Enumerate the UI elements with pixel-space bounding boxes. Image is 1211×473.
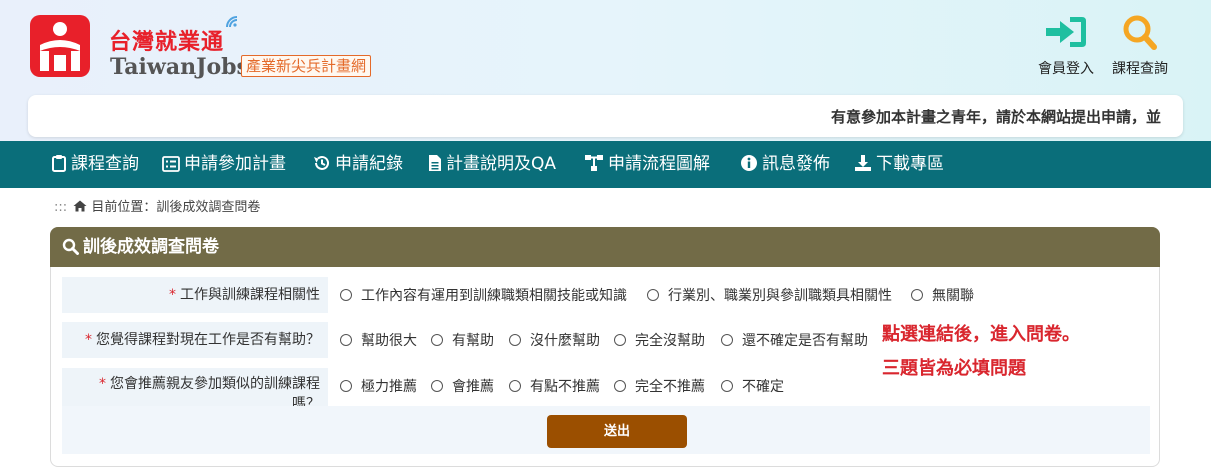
option-label: 極力推薦: [361, 379, 417, 395]
flowchart-icon: [585, 155, 603, 171]
panel-title: 訓後成效調查問卷: [83, 237, 219, 257]
survey-panel: 訓後成效調查問卷 * 工作與訓練課程相關性 工作內容有運用到訓練職類相關技能或知識…: [50, 227, 1160, 467]
required-marker: *: [99, 376, 106, 392]
q1-option-2[interactable]: 行業別、職業別與參訓職類具相關性: [647, 285, 892, 305]
search-icon: [1123, 15, 1157, 50]
option-label: 工作內容有運用到訓練職類相關技能或知識: [361, 288, 627, 304]
radio-button[interactable]: [911, 289, 923, 301]
q2-option-1[interactable]: 幫助很大: [340, 330, 417, 350]
question-1-label: * 工作與訓練課程相關性: [62, 277, 328, 313]
radio-button[interactable]: [340, 289, 352, 301]
login-label: 會員登入: [1038, 61, 1094, 77]
option-label: 有點不推薦: [530, 379, 600, 395]
radio-button[interactable]: [647, 289, 659, 301]
question-text: 工作與訓練課程相關性: [180, 287, 320, 303]
submit-button[interactable]: 送出: [547, 415, 687, 448]
home-icon[interactable]: [73, 200, 87, 212]
nav-item-history[interactable]: 申請紀錄: [313, 141, 403, 188]
radio-button[interactable]: [614, 380, 626, 392]
history-icon: [314, 155, 329, 170]
nav-item-apply[interactable]: 申請參加計畫: [162, 141, 286, 188]
nav-label: 申請紀錄: [335, 154, 403, 174]
nav-label: 訊息發佈: [762, 154, 830, 174]
course-search-button[interactable]: 課程查詢: [1106, 14, 1174, 78]
submit-row: 送出: [62, 406, 1150, 454]
document-icon: [429, 155, 441, 171]
announcement-marquee: 有意參加本計畫之青年，請於本網站提出申請，並: [28, 95, 1183, 137]
question-2-label: * 您覺得課程對現在工作是否有幫助？: [62, 322, 328, 358]
q3-option-1[interactable]: 極力推薦: [340, 376, 417, 396]
radio-button[interactable]: [614, 334, 626, 346]
question-text: 您會推薦親友參加類似的訓練課程: [110, 376, 320, 392]
option-label: 還不確定是否有幫助: [742, 333, 868, 349]
radio-button[interactable]: [721, 380, 733, 392]
radio-button[interactable]: [431, 334, 443, 346]
required-marker: *: [85, 332, 92, 348]
brand-subtitle[interactable]: 產業新尖兵計畫網: [241, 55, 372, 77]
nav-label: 申請流程圖解: [608, 154, 710, 174]
main-nav: 課程查詢 申請參加計畫 申請紀錄 計畫說明及QA 申請流程圖解 訊息發佈 下載專…: [0, 141, 1211, 188]
option-label: 不確定: [742, 379, 784, 395]
login-button[interactable]: 會員登入: [1034, 14, 1098, 78]
nav-item-news[interactable]: 訊息發佈: [740, 141, 830, 188]
nav-label: 下載專區: [876, 154, 944, 174]
option-label: 幫助很大: [361, 333, 417, 349]
nav-label: 申請參加計畫: [184, 154, 286, 174]
breadcrumb-text: 目前位置：訓後成效調查問卷: [91, 200, 261, 215]
annotation-line-2: 三題皆為必填問題: [882, 358, 1026, 379]
radio-button[interactable]: [340, 380, 352, 392]
course-search-label: 課程查詢: [1112, 61, 1168, 77]
info-icon: [741, 155, 757, 171]
option-label: 行業別、職業別與參訓職類具相關性: [668, 288, 892, 304]
option-label: 沒什麼幫助: [530, 333, 600, 349]
option-label: 有幫助: [452, 333, 494, 349]
q3-option-5[interactable]: 不確定: [721, 376, 784, 396]
option-label: 完全不推薦: [635, 379, 705, 395]
nav-label: 計畫說明及QA: [446, 154, 557, 174]
q2-option-4[interactable]: 完全沒幫助: [614, 330, 705, 350]
nav-label: 課程查詢: [71, 154, 139, 174]
radio-button[interactable]: [721, 334, 733, 346]
radio-button[interactable]: [340, 334, 352, 346]
signal-icon: [226, 16, 238, 28]
breadcrumb: ::: 目前位置：訓後成效調查問卷: [54, 196, 260, 215]
annotation-line-1: 點選連結後，進入問卷。: [882, 324, 1080, 345]
marquee-text: 有意參加本計畫之青年，請於本網站提出申請，並: [831, 108, 1162, 126]
option-label: 無關聯: [932, 288, 974, 304]
nav-item-flowchart[interactable]: 申請流程圖解: [584, 141, 710, 188]
panel-header: 訓後成效調查問卷: [50, 227, 1160, 267]
login-icon: [1046, 17, 1086, 47]
list-icon: [162, 156, 180, 172]
q1-option-1[interactable]: 工作內容有運用到訓練職類相關技能或知識: [340, 285, 627, 305]
taiwanjobs-logo-icon[interactable]: [30, 15, 90, 77]
nav-item-course-search[interactable]: 課程查詢: [51, 141, 139, 188]
question-text: 您覺得課程對現在工作是否有幫助？: [96, 332, 320, 348]
nav-item-qa[interactable]: 計畫說明及QA: [428, 141, 556, 188]
q2-option-2[interactable]: 有幫助: [431, 330, 494, 350]
radio-button[interactable]: [509, 380, 521, 392]
required-marker: *: [169, 287, 176, 303]
nav-item-download[interactable]: 下載專區: [854, 141, 944, 188]
download-icon: [855, 155, 871, 171]
q1-option-3[interactable]: 無關聯: [911, 285, 974, 305]
breadcrumb-accesskey[interactable]: :::: [54, 200, 67, 215]
brand-name-chinese: 台灣就業通: [109, 30, 225, 55]
q2-option-3[interactable]: 沒什麼幫助: [509, 330, 600, 350]
search-icon: [62, 238, 79, 255]
site-header: 台灣就業通 TaiwanJobs 產業新尖兵計畫網 會員登入 課程查詢 有意參加…: [0, 0, 1211, 141]
option-label: 完全沒幫助: [635, 333, 705, 349]
radio-button[interactable]: [509, 334, 521, 346]
option-label: 會推薦: [452, 379, 494, 395]
radio-button[interactable]: [431, 380, 443, 392]
q3-option-2[interactable]: 會推薦: [431, 376, 494, 396]
q2-option-5[interactable]: 還不確定是否有幫助: [721, 330, 868, 350]
q3-option-4[interactable]: 完全不推薦: [614, 376, 705, 396]
q3-option-3[interactable]: 有點不推薦: [509, 376, 600, 396]
brand-name-english: TaiwanJobs: [110, 54, 249, 80]
clipboard-icon: [52, 155, 66, 172]
